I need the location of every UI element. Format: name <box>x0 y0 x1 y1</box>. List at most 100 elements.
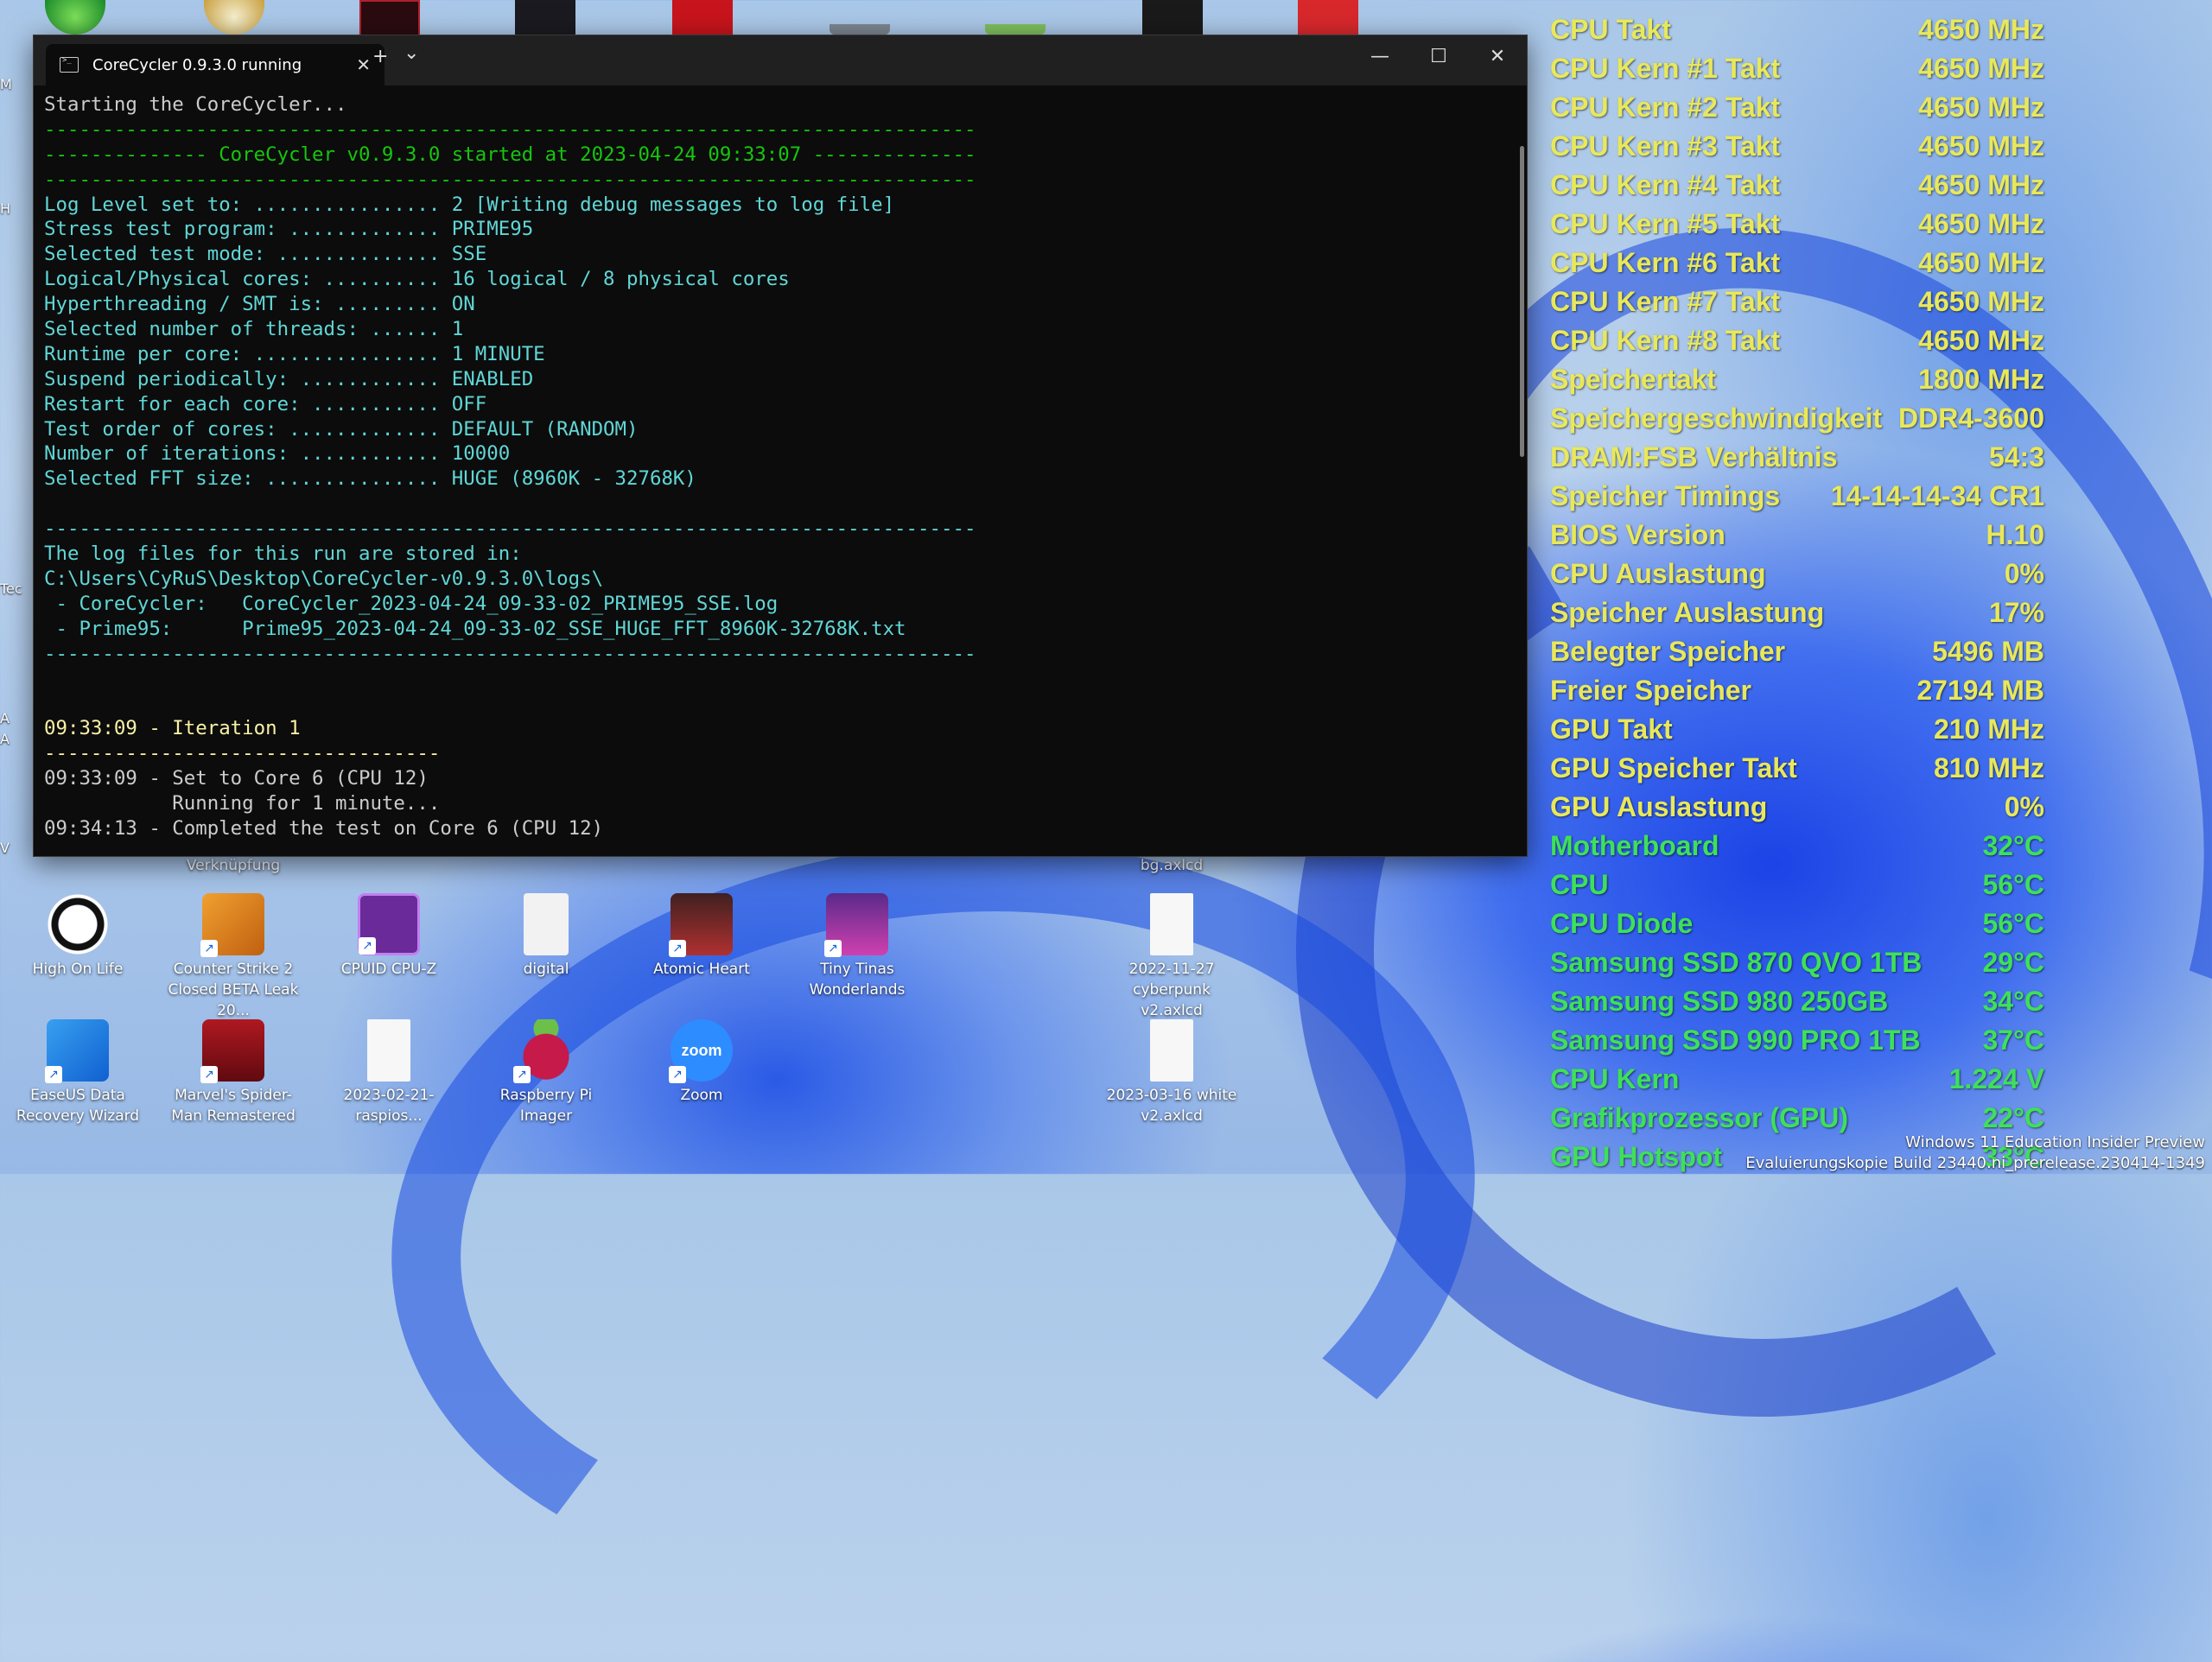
shortcut-arrow-icon: ↗ <box>824 940 842 957</box>
desktop-icon-label: Atomic Heart <box>653 961 750 978</box>
osd-row: DRAM:FSB Verhältnis 54:3 <box>1550 438 2044 477</box>
console-line: Number of iterations: ............ 10000 <box>44 442 511 466</box>
desktop-edge-label: H <box>0 200 11 217</box>
osd-value: 4650 MHz <box>1918 130 2044 162</box>
maximize-button[interactable]: ☐ <box>1421 46 1456 67</box>
desktop-icon-label: Tiny Tinas Wonderlands <box>809 961 906 999</box>
osd-label: BIOS Version <box>1550 519 1726 550</box>
console-line: ----------------------------------------… <box>44 517 976 541</box>
console-output[interactable]: Starting the CoreCycler... --------------… <box>34 86 1516 856</box>
osd-value: 34°C <box>1982 986 2045 1017</box>
osd-value: 56°C <box>1982 908 2045 939</box>
desktop-icon-label: Zoom <box>680 1087 723 1104</box>
osd-row: CPU Kern #7 Takt 4650 MHz <box>1550 282 2044 321</box>
osd-row: Speicher Auslastung 17% <box>1550 593 2044 632</box>
osd-value: 810 MHz <box>1933 752 2044 783</box>
desktop-icon-label: Counter Strike 2 Closed BETA Leak 20... <box>168 961 299 1019</box>
desktop-icon[interactable]: 2023-02-21-raspios... <box>320 1019 458 1126</box>
osd-label: Motherboard <box>1550 830 1719 861</box>
close-button[interactable]: ✕ <box>1480 46 1515 67</box>
console-line: Selected test mode: .............. SSE <box>44 243 487 266</box>
shortcut-arrow-icon: ↗ <box>45 1066 62 1083</box>
desktop-icon-top[interactable] <box>830 24 890 35</box>
tab-corecycler[interactable]: CoreCycler 0.9.3.0 running ✕ <box>46 44 385 86</box>
minimize-button[interactable]: — <box>1363 46 1397 67</box>
media-file-icon <box>524 893 569 955</box>
console-line: Running for 1 minute... <box>44 791 441 815</box>
osd-row: CPU Takt 4650 MHz <box>1550 10 2044 49</box>
console-line: - CoreCycler: CoreCycler_2023-04-24_09-3… <box>44 592 779 615</box>
desktop-icon-label: bg.axlcd <box>1140 857 1204 874</box>
desktop-icon-label: 2022-11-27 cyberpunk v2.axlcd <box>1128 961 1215 1019</box>
shortcut-arrow-icon: ↗ <box>669 1066 686 1083</box>
desktop-icon[interactable]: ↗ Marvel's Spider-Man Remastered <box>164 1019 302 1126</box>
desktop-icon[interactable]: ↗ Tiny Tinas Wonderlands <box>788 893 926 1000</box>
desktop-icon-label: digital <box>523 961 569 978</box>
osd-value: 17% <box>1988 597 2044 628</box>
scrollbar[interactable] <box>1520 146 1524 457</box>
unreal-icon <box>47 893 109 955</box>
desktop-icon[interactable]: digital <box>477 893 615 980</box>
osd-value: 4650 MHz <box>1918 14 2044 45</box>
desktop-icon[interactable]: ↗ Atomic Heart <box>632 893 771 980</box>
desktop-icon-top[interactable] <box>204 0 264 35</box>
desktop-icon-label: Raspberry Pi Imager <box>499 1087 593 1125</box>
console-line: Logical/Physical cores: .......... 16 lo… <box>44 268 790 291</box>
osd-value: 4650 MHz <box>1918 286 2044 317</box>
console-line: 09:34:13 - Completed the test on Core 6 … <box>44 816 604 840</box>
osd-row: Belegter Speicher 5496 MB <box>1550 632 2044 671</box>
shortcut-arrow-icon: ↗ <box>669 940 686 957</box>
osd-label: Samsung SSD 870 QVO 1TB <box>1550 947 1923 978</box>
osd-row: Motherboard 32°C <box>1550 827 2044 866</box>
osd-row: Speichertakt 1800 MHz <box>1550 360 2044 399</box>
desktop-icon[interactable]: 2023-03-16 white v2.axlcd <box>1103 1019 1241 1126</box>
osd-row: Freier Speicher 27194 MB <box>1550 671 2044 710</box>
osd-value: 32°C <box>1982 830 2045 861</box>
terminal-window[interactable]: CoreCycler 0.9.3.0 running ✕ + ⌄ — ☐ ✕ S… <box>33 35 1528 857</box>
osd-value: 1.224 V <box>1948 1063 2044 1094</box>
console-line: Test order of cores: ............. DEFAU… <box>44 417 639 441</box>
osd-label: CPU Takt <box>1550 14 1671 45</box>
shortcut-arrow-icon: ↗ <box>200 940 218 957</box>
osd-label: CPU Kern #7 Takt <box>1550 286 1781 317</box>
desktop-icon-top[interactable] <box>45 0 105 35</box>
hardware-monitor-overlay: CPU Takt 4650 MHz CPU Kern #1 Takt 4650 MHz… <box>1550 10 2044 1177</box>
raspberry-icon: ↗ <box>513 1019 577 1083</box>
osd-label: Speicher Timings <box>1550 480 1781 511</box>
atomic-heart-icon: ↗ <box>669 893 733 957</box>
desktop-icon[interactable]: zoom ↗ Zoom <box>632 1019 771 1106</box>
osd-label: Speichertakt <box>1550 364 1717 395</box>
desktop-icon-label: CPUID CPU-Z <box>340 961 437 978</box>
osd-row: CPU 56°C <box>1550 866 2044 904</box>
osd-value: 4650 MHz <box>1918 92 2044 123</box>
new-tab-button[interactable]: + <box>372 46 388 67</box>
osd-label: CPU Kern #4 Takt <box>1550 169 1781 200</box>
desktop-icon-top[interactable] <box>985 24 1046 35</box>
osd-row: CPU Kern #3 Takt 4650 MHz <box>1550 127 2044 166</box>
desktop-icon[interactable]: ↗ EaseUS Data Recovery Wizard <box>9 1019 147 1126</box>
desktop-icon[interactable]: High On Life <box>9 893 147 980</box>
osd-label: CPU Kern #2 Takt <box>1550 92 1781 123</box>
console-line: 09:33:09 - Set to Core 6 (CPU 12) <box>44 767 429 790</box>
osd-label: Belegter Speicher <box>1550 636 1786 667</box>
osd-label: Freier Speicher <box>1550 675 1751 706</box>
osd-row: Samsung SSD 990 PRO 1TB 37°C <box>1550 1021 2044 1060</box>
desktop-edge-label: M <box>0 76 12 92</box>
osd-row: Samsung SSD 870 QVO 1TB 29°C <box>1550 943 2044 982</box>
shortcut-arrow-icon: ↗ <box>200 1066 218 1083</box>
close-tab-icon[interactable]: ✕ <box>356 54 371 75</box>
console-line: 09:33:09 - Iteration 1 <box>44 717 301 740</box>
desktop-icon[interactable]: ↗ Raspberry Pi Imager <box>477 1019 615 1126</box>
osd-value: H.10 <box>1986 519 2044 550</box>
tab-dropdown-button[interactable]: ⌄ <box>404 42 419 64</box>
desktop-icon-label: Marvel's Spider-Man Remastered <box>171 1087 296 1125</box>
desktop-icon[interactable]: ↗ Counter Strike 2 Closed BETA Leak 20... <box>164 893 302 1021</box>
osd-row: BIOS Version H.10 <box>1550 516 2044 555</box>
desktop-icon[interactable]: ↗ CPUID CPU-Z <box>320 893 458 980</box>
console-line: Stress test program: ............. PRIME… <box>44 218 534 241</box>
desktop-icon[interactable]: 2022-11-27 cyberpunk v2.axlcd <box>1103 893 1241 1021</box>
osd-label: Speichergeschwindigkeit <box>1550 403 1883 434</box>
osd-row: CPU Kern #5 Takt 4650 MHz <box>1550 205 2044 244</box>
console-line: The log files for this run are stored in… <box>44 542 522 566</box>
title-bar[interactable]: CoreCycler 0.9.3.0 running ✕ + ⌄ — ☐ ✕ <box>34 35 1527 86</box>
